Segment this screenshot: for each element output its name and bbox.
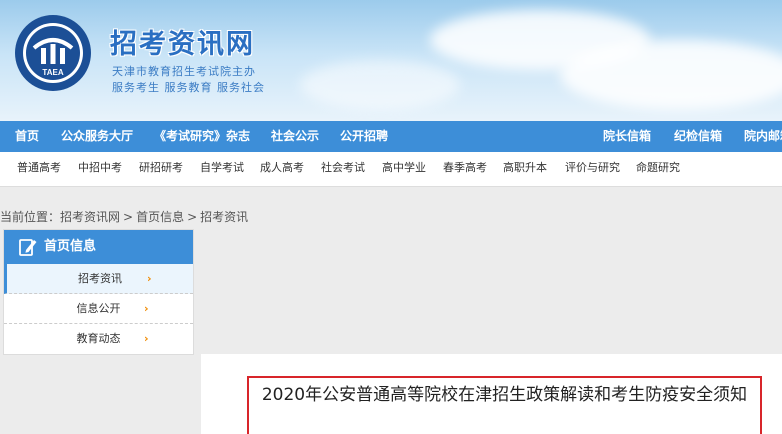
breadcrumb: 当前位置：招考资讯网 > 首页信息 > 招考资讯 — [0, 208, 248, 225]
sidebar-item-label: 招考资讯 — [78, 272, 122, 285]
org-name: 天津市教育招生考试院主办 — [112, 65, 256, 78]
cloud-decoration — [560, 40, 782, 110]
nav-item-president-mailbox[interactable]: 院长信箱 — [603, 121, 651, 152]
breadcrumb-separator: > — [123, 210, 134, 224]
main-nav: 首页 公众服务大厅 《考试研究》杂志 社会公示 公开招聘 院长信箱 纪检信箱 院… — [0, 121, 782, 152]
breadcrumb-link-home[interactable]: 招考资讯网 — [60, 210, 120, 224]
sub-nav-item[interactable]: 高职升本 — [503, 152, 547, 186]
sub-nav-item[interactable]: 命题研究 — [636, 152, 680, 186]
sub-nav-item[interactable]: 自学考试 — [200, 152, 244, 186]
article-title: 2020年公安普通高等院校在津招生政策解读和考生防疫安全须知 — [247, 376, 762, 434]
sidebar: 首页信息 招考资讯 › 信息公开 › 教育动态 › — [3, 229, 194, 355]
breadcrumb-link-home-info[interactable]: 首页信息 — [136, 210, 184, 224]
sub-nav-item[interactable]: 社会考试 — [321, 152, 365, 186]
sub-nav-item[interactable]: 研招研考 — [139, 152, 183, 186]
sub-nav-item[interactable]: 中招中考 — [78, 152, 122, 186]
sub-nav: 普通高考 中招中考 研招研考 自学考试 成人高考 社会考试 高中学业 春季高考 … — [0, 152, 782, 187]
nav-item-journal[interactable]: 《考试研究》杂志 — [154, 121, 250, 152]
nav-item-recruitment[interactable]: 公开招聘 — [340, 121, 388, 152]
edit-document-icon — [19, 239, 37, 256]
logo-text: TAEA — [42, 68, 63, 77]
sub-nav-item[interactable]: 评价与研究 — [565, 152, 620, 186]
cloud-decoration — [300, 60, 460, 110]
sub-nav-item[interactable]: 高中学业 — [382, 152, 426, 186]
chevron-right-icon: › — [147, 272, 152, 285]
taea-logo[interactable]: TAEA — [14, 14, 92, 92]
chevron-right-icon: › — [144, 332, 149, 345]
content-panel: 2020年公安普通高等院校在津招生政策解读和考生防疫安全须知 — [201, 354, 782, 434]
breadcrumb-prefix: 当前位置： — [0, 210, 61, 224]
nav-item-public-notice[interactable]: 社会公示 — [271, 121, 319, 152]
sidebar-item-label: 教育动态 — [76, 332, 121, 345]
nav-item-home[interactable]: 首页 — [15, 121, 39, 152]
breadcrumb-separator: > — [187, 210, 198, 224]
sidebar-header: 首页信息 — [4, 230, 193, 264]
nav-item-discipline-mailbox[interactable]: 纪检信箱 — [674, 121, 722, 152]
sub-nav-item[interactable]: 春季高考 — [443, 152, 487, 186]
sidebar-title: 首页信息 — [44, 239, 97, 254]
sub-nav-item[interactable]: 普通高考 — [17, 152, 61, 186]
header-banner: TAEA 招考资讯网 天津市教育招生考试院主办 服务考生 服务教育 服务社会 — [0, 0, 782, 121]
org-slogan: 服务考生 服务教育 服务社会 — [112, 81, 265, 94]
site-title: 招考资讯网 — [110, 29, 255, 60]
sidebar-item-info-disclosure[interactable]: 信息公开 › — [4, 294, 193, 324]
sidebar-item-education-news[interactable]: 教育动态 › — [4, 324, 193, 354]
sidebar-item-exam-news[interactable]: 招考资讯 › — [4, 264, 193, 294]
chevron-right-icon: › — [144, 302, 149, 315]
sidebar-item-label: 信息公开 — [76, 302, 121, 315]
breadcrumb-current[interactable]: 招考资讯 — [200, 210, 248, 224]
nav-item-internal-mailbox[interactable]: 院内邮箱 — [744, 121, 782, 152]
sub-nav-item[interactable]: 成人高考 — [260, 152, 304, 186]
nav-item-public-service[interactable]: 公众服务大厅 — [61, 121, 133, 152]
